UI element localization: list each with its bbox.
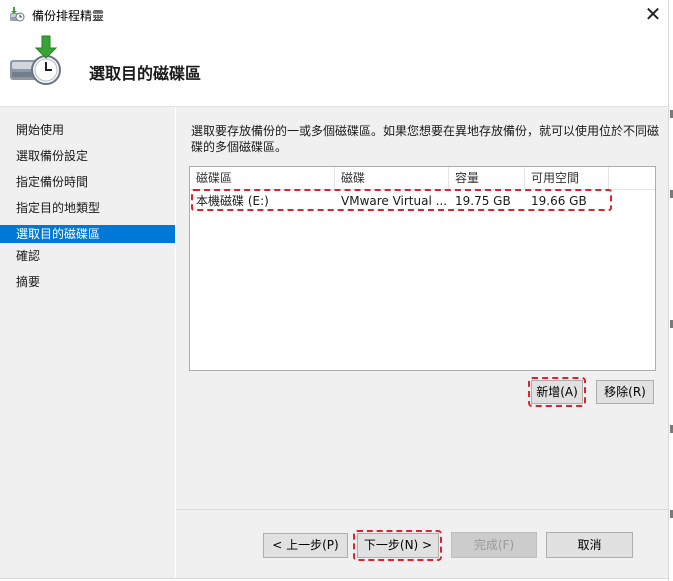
- instruction-text: 選取要存放備份的一或多個磁碟區。如果您想要在異地存放備份，就可以使用位於不同磁碟…: [191, 124, 660, 154]
- wizard-step-nav: 開始使用 選取備份設定 指定備份時間 指定目的地類型 選取目的磁碟區 確認 摘要: [0, 107, 175, 578]
- column-header-volume[interactable]: 磁碟區: [190, 167, 335, 189]
- next-button-annotation: [353, 530, 442, 561]
- nav-item-destination-type[interactable]: 指定目的地類型: [0, 199, 175, 217]
- window-border: [668, 0, 669, 581]
- row-highlight-annotation: [191, 189, 612, 211]
- volume-list-header: 磁碟區 磁碟 容量 可用空間: [190, 167, 655, 190]
- footer-divider: [176, 509, 668, 510]
- wizard-window: 備份排程精靈 ✕ 選取目的磁碟區 開始使用 選取備份設定 指定備份時間 指定目的…: [0, 0, 668, 578]
- back-button[interactable]: < 上一步(P): [263, 533, 348, 558]
- wizard-header: 選取目的磁碟區: [0, 30, 668, 106]
- nav-item-confirm[interactable]: 確認: [0, 247, 175, 265]
- nav-item-summary[interactable]: 摘要: [0, 273, 175, 291]
- nav-item-getting-started[interactable]: 開始使用: [0, 121, 175, 139]
- backup-app-icon: [10, 7, 25, 22]
- nav-item-backup-time[interactable]: 指定備份時間: [0, 173, 175, 191]
- finish-button[interactable]: 完成(F): [451, 532, 537, 558]
- page-title: 選取目的磁碟區: [89, 64, 202, 83]
- remove-button[interactable]: 移除(R): [596, 380, 654, 404]
- column-header-free-space[interactable]: 可用空間: [525, 167, 609, 189]
- backup-disk-clock-icon: [10, 35, 61, 85]
- window-title: 備份排程精靈: [32, 9, 105, 23]
- title-bar: 備份排程精靈 ✕: [0, 0, 668, 30]
- add-button-annotation: [528, 377, 586, 407]
- close-button[interactable]: ✕: [638, 0, 668, 30]
- nav-item-backup-config[interactable]: 選取備份設定: [0, 147, 175, 165]
- window-border-bottom: [0, 578, 669, 579]
- column-header-disk[interactable]: 磁碟: [335, 167, 449, 189]
- cancel-button[interactable]: 取消: [546, 532, 633, 558]
- close-icon: ✕: [644, 2, 662, 26]
- column-header-capacity[interactable]: 容量: [449, 167, 525, 189]
- nav-item-destination-volume[interactable]: 選取目的磁碟區: [0, 225, 175, 243]
